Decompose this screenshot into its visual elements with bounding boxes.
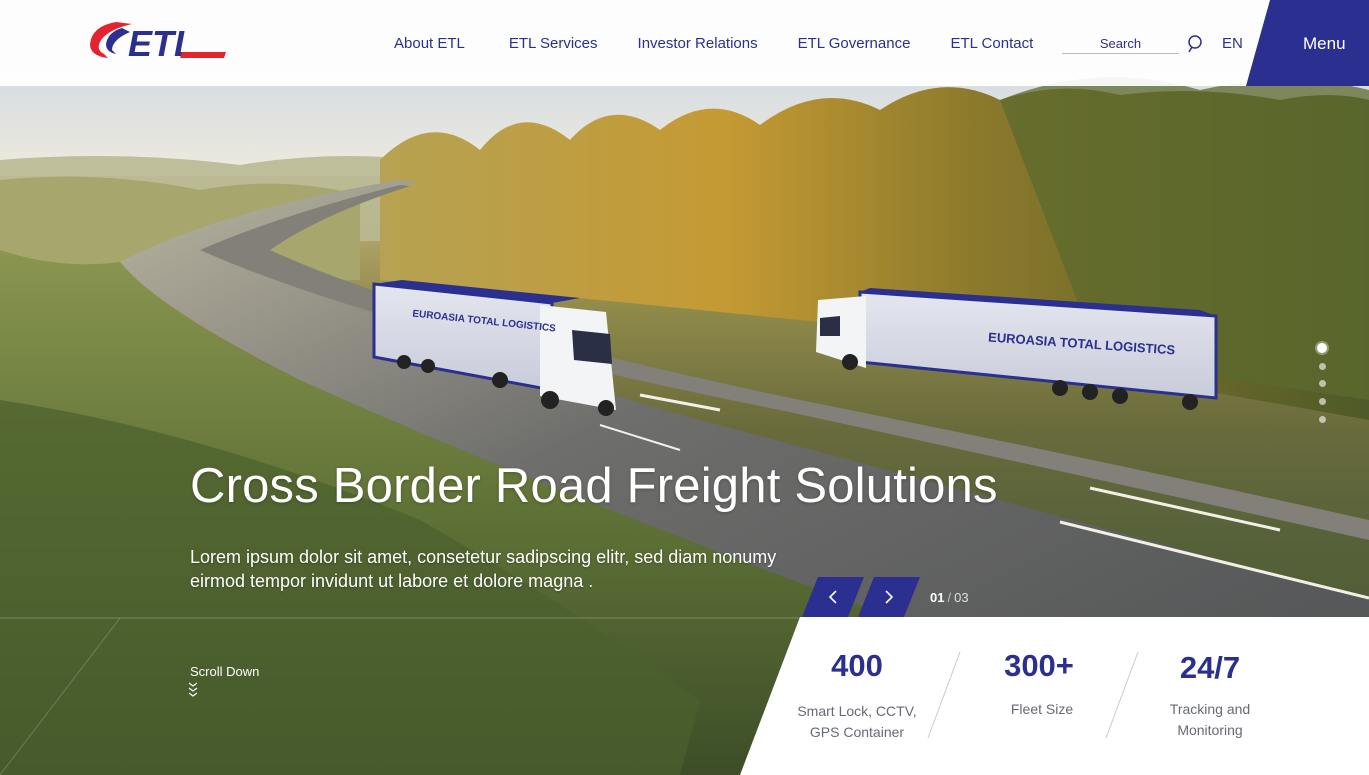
chevron-down-icon[interactable]: [188, 682, 198, 703]
next-slide-button[interactable]: [858, 577, 920, 617]
slide-total: 03: [954, 590, 969, 605]
main-nav: About ETL ETL Services Investor Relation…: [394, 35, 1033, 52]
slider-dot[interactable]: [1317, 343, 1327, 353]
nav-governance[interactable]: ETL Governance: [798, 35, 911, 52]
scroll-down-link[interactable]: Scroll Down: [190, 664, 259, 679]
slider-dot[interactable]: [1319, 363, 1326, 370]
nav-contact[interactable]: ETL Contact: [950, 35, 1033, 52]
menu-button[interactable]: Menu: [1246, 0, 1369, 86]
search-icon[interactable]: [1186, 34, 1204, 54]
nav-investor-relations[interactable]: Investor Relations: [638, 35, 758, 52]
slider-dot[interactable]: [1319, 398, 1326, 405]
slide-current: 01: [930, 590, 945, 605]
stat-value: 24/7: [1179, 650, 1241, 685]
etl-logo[interactable]: ETL: [86, 18, 228, 64]
stat-label: Smart Lock, CCTV,: [797, 703, 917, 719]
logo-swoosh-icon: ETL: [90, 22, 226, 64]
hero-title: Cross Border Road Freight Solutions: [190, 459, 998, 513]
hero-subtitle: Lorem ipsum dolor sit amet, consetetur s…: [190, 547, 777, 591]
divider: [927, 651, 961, 739]
site-header: ETL About ETL ETL Services Investor Rela…: [0, 0, 1369, 86]
slide-counter: 01/03: [930, 590, 969, 605]
stat-value: 400: [831, 648, 883, 683]
stat-value: 300+: [1004, 648, 1074, 683]
stat-label: Fleet Size: [1010, 701, 1074, 717]
language-switcher[interactable]: EN: [1222, 35, 1243, 52]
prev-slide-button[interactable]: [802, 577, 864, 617]
slide-separator: /: [947, 590, 952, 605]
search-input[interactable]: Search: [1062, 34, 1179, 54]
nav-about[interactable]: About ETL: [394, 35, 465, 52]
nav-services[interactable]: ETL Services: [509, 35, 598, 52]
stat-label: GPS Container: [809, 724, 905, 740]
stat-label: Tracking and: [1169, 701, 1251, 717]
stats-panel: 400 Smart Lock, CCTV, GPS Container 300+…: [740, 617, 1369, 775]
slider-dot[interactable]: [1319, 380, 1326, 387]
stat-label: Monitoring: [1177, 722, 1243, 738]
slider-dot[interactable]: [1319, 416, 1326, 423]
menu-label: Menu: [1303, 34, 1346, 53]
